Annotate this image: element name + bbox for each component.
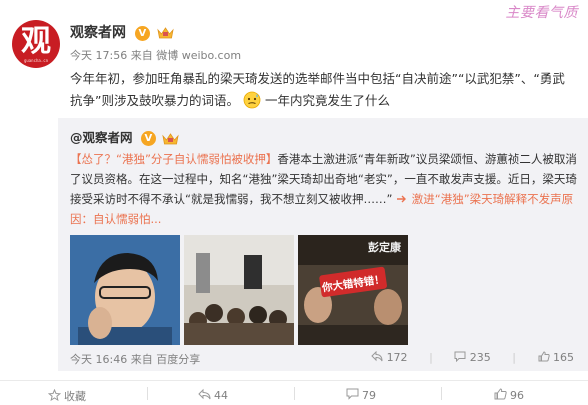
verified-badge-icon: V: [134, 25, 150, 41]
repost-card: @观察者网 V 【怂了？“港独”分子自认懦弱怕被收押】香港本土激进派“青年新政”…: [58, 118, 588, 371]
repost-button[interactable]: 44: [198, 388, 228, 402]
like-button[interactable]: 96: [494, 388, 524, 402]
action-divider: [147, 387, 148, 400]
comment-button[interactable]: 79: [346, 388, 376, 402]
comment-count: 79: [362, 389, 376, 402]
repost-share-action[interactable]: 172: [371, 350, 411, 364]
photo-thumbnail-2[interactable]: [184, 235, 294, 345]
repost-author-text[interactable]: @观察者网: [70, 130, 133, 145]
stats-divider: |: [512, 351, 516, 364]
repost-headline: 【怂了？“港独”分子自认懦弱怕被收押】: [70, 152, 278, 166]
repost-time[interactable]: 今天 16:46: [70, 353, 127, 366]
repost-share-count: 172: [386, 351, 408, 364]
member-crown-icon: [157, 27, 174, 39]
repost-author[interactable]: @观察者网 V: [70, 127, 179, 146]
repost-comment-action[interactable]: 235: [454, 351, 494, 364]
thumbs-up-icon: [538, 351, 550, 362]
author-name-text[interactable]: 观察者网: [70, 25, 126, 41]
comment-icon: [346, 388, 359, 400]
repost-text: 【怂了？“港独”分子自认懦弱怕被收押】香港本土激进派“青年新政”议员梁颂恒、游蕙…: [70, 149, 582, 229]
repost-source-prefix: 来自: [130, 353, 153, 366]
repost-like-action[interactable]: 165: [538, 351, 574, 364]
repost-like-count: 165: [553, 351, 574, 364]
comment-icon: [454, 351, 466, 363]
post-time[interactable]: 今天 17:56: [70, 49, 127, 62]
repost-comment-count: 235: [469, 351, 491, 364]
action-divider: [441, 387, 442, 400]
repost-stats: 172 | 235 | 165: [353, 350, 574, 364]
photo-thumbnail-1[interactable]: [70, 235, 180, 345]
action-divider: [294, 387, 295, 400]
repost-verified-badge-icon: V: [140, 131, 156, 146]
author-name[interactable]: 观察者网 V: [70, 22, 174, 42]
avatar-url: guancha.cn: [23, 58, 49, 63]
photo-3-image: 彭定康 你大错特错！: [298, 235, 408, 345]
photo-2-image: [184, 235, 294, 345]
share-icon: [371, 350, 383, 362]
star-icon: [47, 388, 62, 402]
sweat-emoji-icon: [243, 91, 261, 109]
repost-source[interactable]: 百度分享: [156, 353, 200, 366]
photo-3-overlay-top: 彭定康: [368, 240, 402, 254]
watermark: 主要看气质: [505, 5, 578, 21]
post-source[interactable]: 微博 weibo.com: [156, 49, 241, 62]
photo-thumbnail-3[interactable]: 彭定康 你大错特错！: [298, 235, 408, 345]
like-count: 96: [510, 389, 524, 402]
action-bar: 收藏 44 79 96: [0, 380, 588, 405]
link-icon: [397, 195, 407, 203]
repost-count: 44: [214, 389, 228, 402]
post-meta: 今天 17:56 来自 微博 weibo.com: [70, 47, 241, 63]
post-text: 今年年初，参加旺角暴乱的梁天琦发送的选举邮件当中包括“自决前途”“以武犯禁”、“…: [70, 68, 575, 112]
post-source-prefix: 来自: [130, 49, 153, 62]
photo-1-image: [70, 235, 180, 345]
favorite-button[interactable]: 收藏: [47, 388, 86, 404]
repost-crown-icon: [162, 132, 179, 144]
repost-meta: 今天 16:46 来自 百度分享: [70, 351, 200, 367]
post-text-tail: 一年内究竟发生了什么: [264, 93, 390, 108]
favorite-label: 收藏: [64, 390, 86, 403]
stats-divider: |: [429, 351, 433, 364]
avatar[interactable]: 观 guancha.cn: [12, 20, 60, 68]
thumbs-up-icon: [494, 388, 507, 400]
repost-icon: [198, 388, 211, 400]
